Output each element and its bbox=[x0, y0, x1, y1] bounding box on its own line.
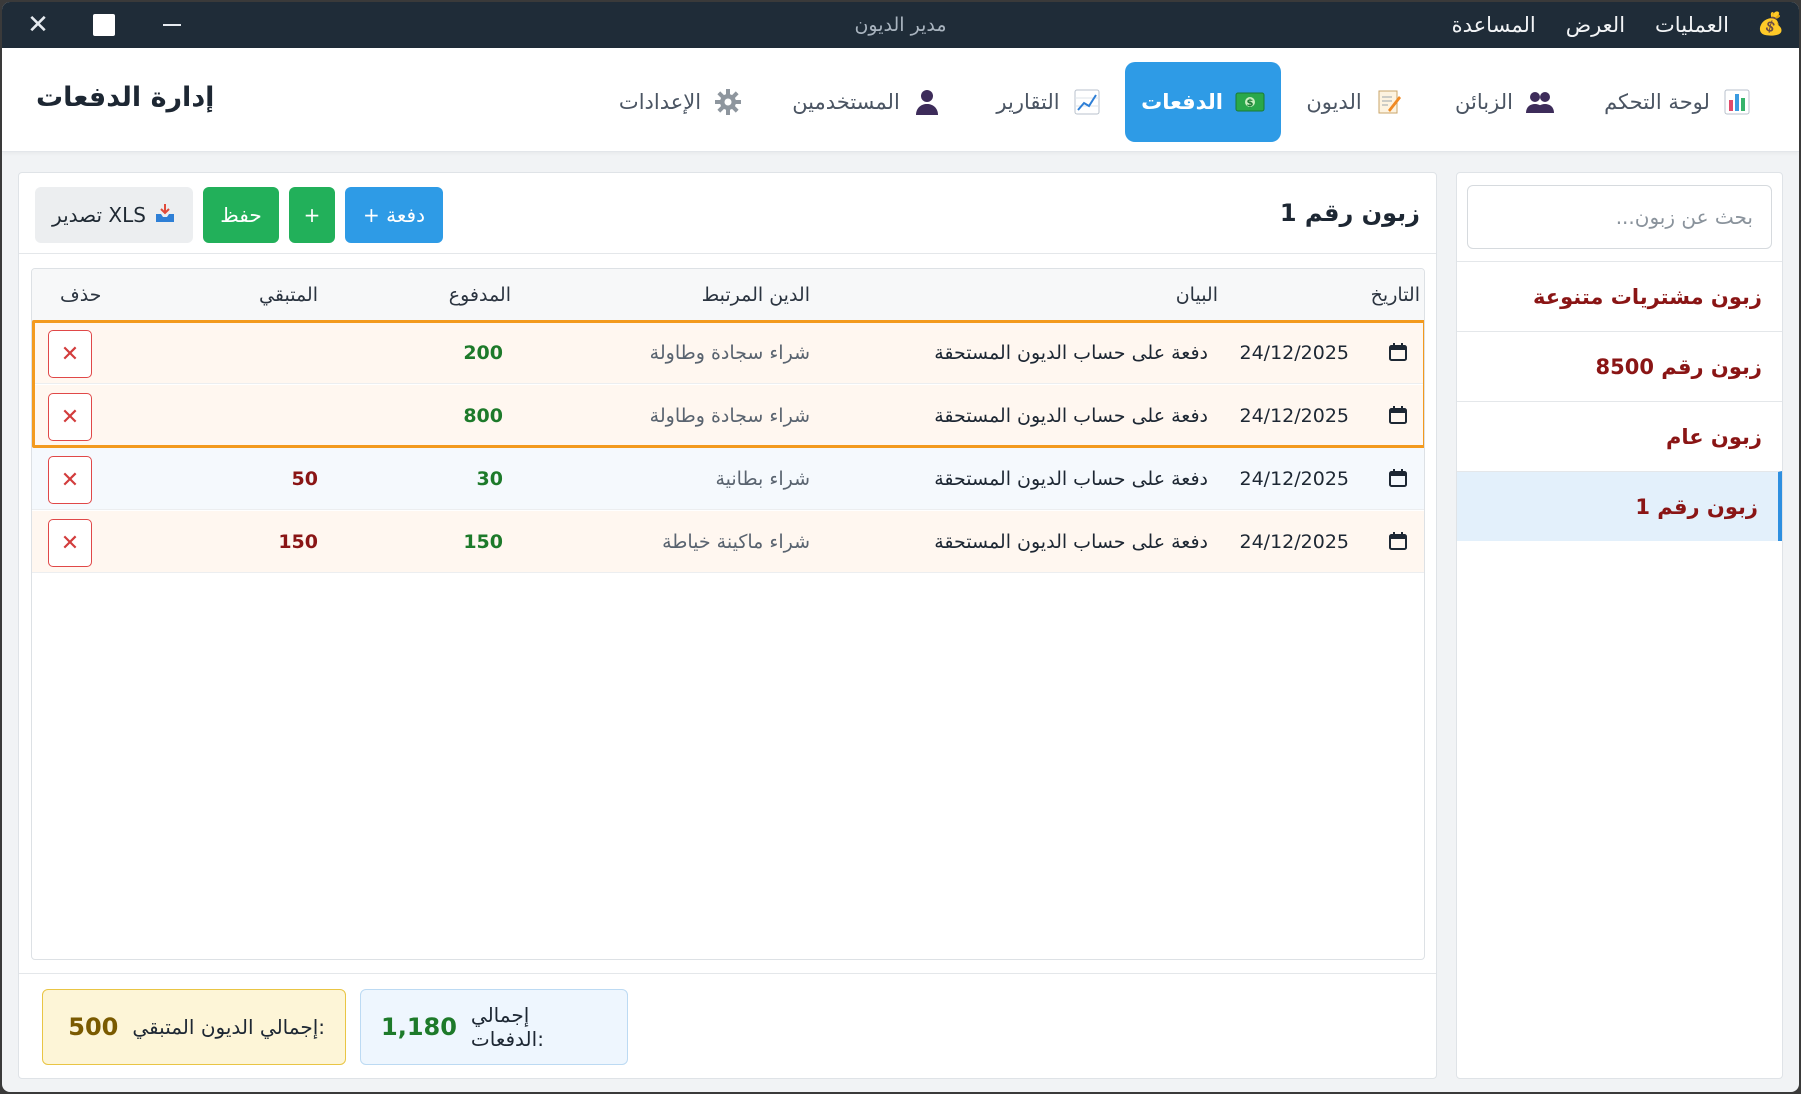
total-payments-value: 1,180 bbox=[381, 1013, 457, 1041]
user-icon bbox=[912, 87, 942, 117]
title-bar: 💰 العمليات العرض المساعدة مدير الديون ✕ bbox=[2, 2, 1799, 48]
calendar-icon[interactable] bbox=[1388, 342, 1408, 362]
tab-customers[interactable]: الزبائن bbox=[1445, 62, 1565, 142]
tab-label: الزبائن bbox=[1455, 90, 1513, 114]
cell-description[interactable]: دفعة على حساب الديون المستحقة bbox=[934, 322, 1208, 384]
export-label: تصدير XLS bbox=[52, 203, 146, 227]
calendar-icon[interactable] bbox=[1388, 405, 1408, 425]
cell-description[interactable]: دفعة على حساب الديون المستحقة bbox=[934, 511, 1208, 573]
app-window: 💰 العمليات العرض المساعدة مدير الديون ✕ … bbox=[2, 2, 1799, 1092]
total-remaining-label: إجمالي الديون المتبقي: bbox=[132, 1015, 325, 1039]
cell-date[interactable]: 24/12/2025 bbox=[1239, 448, 1349, 510]
divider bbox=[19, 253, 1436, 254]
cell-related-debt[interactable]: شراء سجادة وطاولة bbox=[650, 322, 810, 384]
save-button[interactable]: حفظ bbox=[203, 187, 279, 243]
column-header-related-debt: الدين المرتبط bbox=[701, 284, 810, 306]
tab-label: الإعدادات bbox=[618, 90, 702, 114]
customer-sidebar: زبون مشتريات متنوعة زبون رقم 8500 زبون ع… bbox=[1456, 172, 1783, 1079]
svg-text:$: $ bbox=[1246, 98, 1253, 109]
tab-users[interactable]: المستخدمين bbox=[787, 62, 947, 142]
total-payments-box: إجمالي الدفعات: 1,180 bbox=[360, 989, 628, 1065]
tab-debts[interactable]: الديون bbox=[1295, 62, 1415, 142]
customer-search-input[interactable] bbox=[1467, 185, 1772, 249]
page-title: إدارة الدفعات bbox=[36, 82, 215, 113]
cell-related-debt[interactable]: شراء سجادة وطاولة bbox=[650, 385, 810, 447]
cell-paid[interactable]: 800 bbox=[463, 385, 503, 447]
gear-icon bbox=[713, 87, 743, 117]
bar-chart-icon bbox=[1722, 87, 1752, 117]
tab-payments[interactable]: $ الدفعات bbox=[1125, 62, 1281, 142]
cell-remaining: 50 bbox=[291, 468, 318, 490]
minimize-icon bbox=[163, 24, 181, 26]
maximize-button[interactable] bbox=[82, 2, 126, 48]
cell-remaining: 150 bbox=[278, 531, 318, 553]
column-header-date: التاريخ bbox=[1370, 284, 1420, 306]
tab-label: التقارير bbox=[996, 90, 1060, 114]
column-header-remaining: المتبقي bbox=[259, 284, 318, 306]
cell-paid[interactable]: 30 bbox=[477, 448, 503, 510]
cell-description[interactable]: دفعة على حساب الديون المستحقة bbox=[934, 448, 1208, 510]
table-row[interactable]: 24/12/2025 دفعة على حساب الديون المستحقة ش… bbox=[32, 322, 1424, 384]
export-xls-button[interactable]: تصدير XLS bbox=[35, 187, 193, 243]
inbox-tray-icon bbox=[154, 202, 176, 229]
memo-icon bbox=[1374, 87, 1404, 117]
tab-label: لوحة التحكم bbox=[1604, 90, 1710, 114]
divider bbox=[19, 973, 1436, 974]
calendar-icon[interactable] bbox=[1388, 468, 1408, 488]
delete-row-button[interactable]: ✕ bbox=[48, 393, 92, 441]
cell-related-debt[interactable]: شراء بطانية bbox=[715, 448, 810, 510]
maximize-icon bbox=[93, 14, 115, 36]
total-remaining-value: 500 bbox=[68, 1013, 119, 1041]
plus-button[interactable]: + bbox=[289, 187, 335, 243]
minimize-button[interactable] bbox=[150, 2, 194, 48]
cell-date[interactable]: 24/12/2025 bbox=[1239, 511, 1349, 573]
delete-row-button[interactable]: ✕ bbox=[48, 519, 92, 567]
table-row[interactable]: 24/12/2025 دفعة على حساب الديون المستحقة ش… bbox=[32, 385, 1424, 447]
close-icon: ✕ bbox=[60, 341, 80, 367]
tab-label: الدفعات bbox=[1141, 90, 1223, 114]
window-title: مدير الديون bbox=[854, 14, 947, 36]
customer-title: زبون رقم 1 bbox=[1279, 199, 1420, 227]
column-header-delete: حذف bbox=[60, 284, 102, 306]
tab-dashboard[interactable]: لوحة التحكم bbox=[1593, 62, 1763, 142]
close-icon: ✕ bbox=[60, 530, 80, 556]
line-chart-icon bbox=[1072, 87, 1102, 117]
table-header: التاريخ البيان الدين المرتبط المدفوع الم… bbox=[32, 269, 1424, 321]
users-icon bbox=[1525, 87, 1555, 117]
customer-list-item[interactable]: زبون رقم 8500 bbox=[1457, 331, 1782, 401]
customer-list-item[interactable]: زبون مشتريات متنوعة bbox=[1457, 261, 1782, 331]
close-button[interactable]: ✕ bbox=[16, 2, 60, 48]
close-icon: ✕ bbox=[60, 467, 80, 493]
close-icon: ✕ bbox=[60, 404, 80, 430]
total-remaining-box: إجمالي الديون المتبقي: 500 bbox=[42, 989, 346, 1065]
cell-date[interactable]: 24/12/2025 bbox=[1239, 385, 1349, 447]
payments-table: التاريخ البيان الدين المرتبط المدفوع الم… bbox=[31, 268, 1425, 960]
tab-settings[interactable]: الإعدادات bbox=[613, 62, 749, 142]
column-header-paid: المدفوع bbox=[448, 284, 511, 306]
delete-row-button[interactable]: ✕ bbox=[48, 456, 92, 504]
customer-list-item[interactable]: زبون عام bbox=[1457, 401, 1782, 471]
money-icon: $ bbox=[1235, 87, 1265, 117]
customer-list-item-selected[interactable]: زبون رقم 1 bbox=[1457, 471, 1782, 541]
add-payment-button[interactable]: + دفعة bbox=[345, 187, 443, 243]
total-payments-label: إجمالي الدفعات: bbox=[470, 1003, 544, 1051]
tab-label: المستخدمين bbox=[792, 90, 900, 114]
top-nav: إدارة الدفعات لوحة التحكم الزبائن الديون… bbox=[2, 48, 1799, 152]
calendar-icon[interactable] bbox=[1388, 531, 1408, 551]
column-header-description: البيان bbox=[1175, 284, 1218, 306]
delete-row-button[interactable]: ✕ bbox=[48, 330, 92, 378]
table-row[interactable]: 24/12/2025 دفعة على حساب الديون المستحقة ش… bbox=[32, 511, 1424, 573]
close-icon: ✕ bbox=[27, 10, 49, 40]
cell-paid[interactable]: 200 bbox=[463, 322, 503, 384]
payments-panel: زبون رقم 1 + دفعة + حفظ تصدير XLS التاري… bbox=[18, 172, 1437, 1079]
cell-paid[interactable]: 150 bbox=[463, 511, 503, 573]
table-row[interactable]: 24/12/2025 دفعة على حساب الديون المستحقة ش… bbox=[32, 448, 1424, 510]
cell-related-debt[interactable]: شراء ماكينة خياطة bbox=[662, 511, 810, 573]
tab-reports[interactable]: التقارير bbox=[989, 62, 1109, 142]
tab-label: الديون bbox=[1306, 90, 1362, 114]
cell-date[interactable]: 24/12/2025 bbox=[1239, 322, 1349, 384]
cell-description[interactable]: دفعة على حساب الديون المستحقة bbox=[934, 385, 1208, 447]
